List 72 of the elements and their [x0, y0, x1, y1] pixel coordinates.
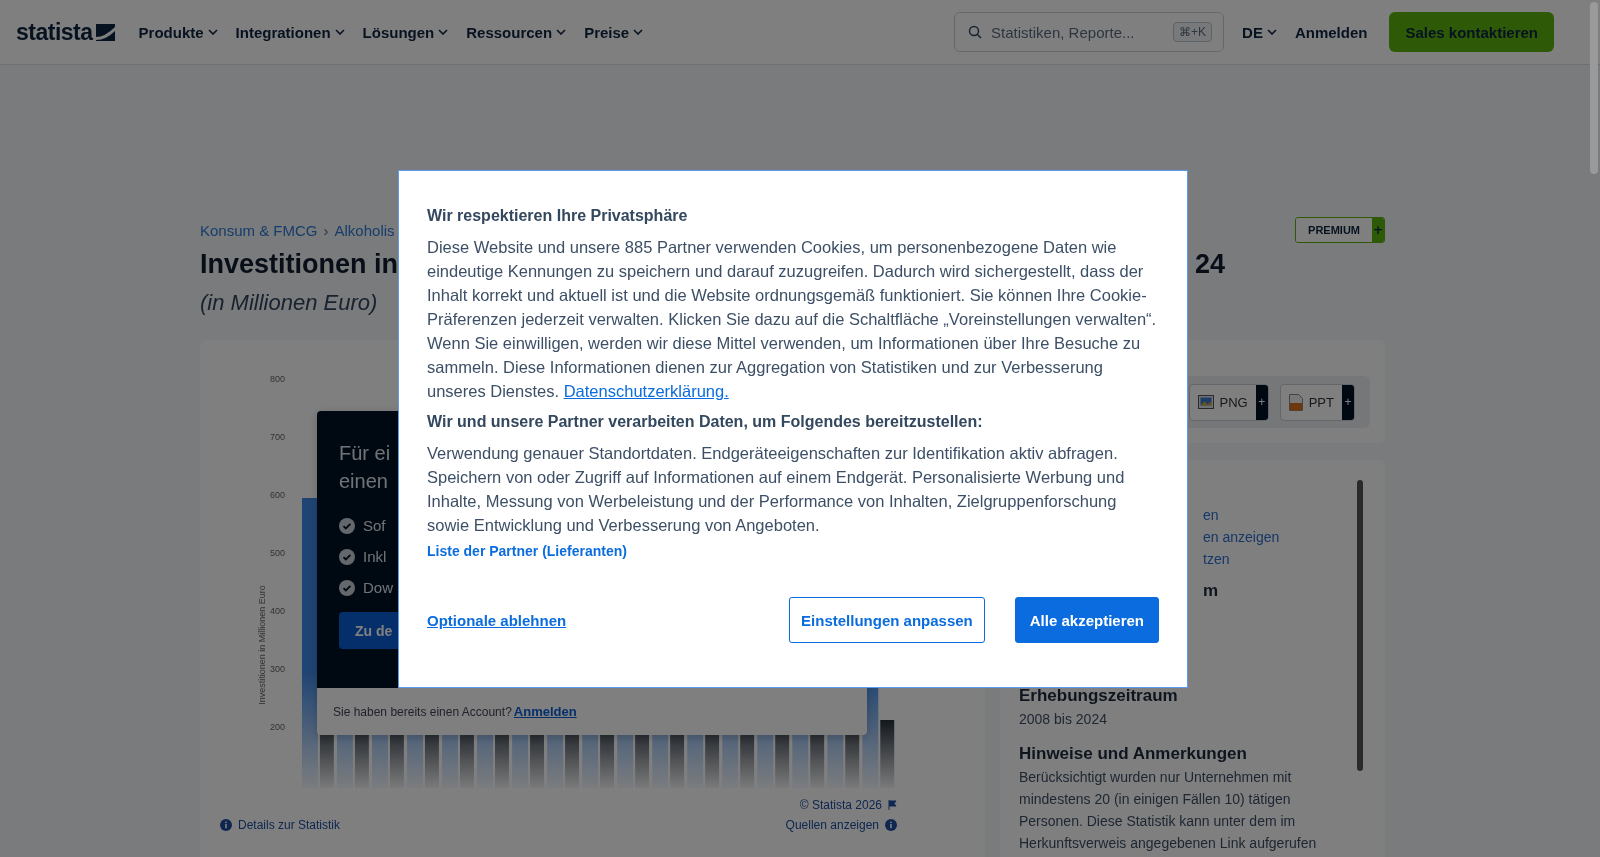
feature-text: Inkl — [363, 548, 387, 565]
logo-mark-icon — [95, 23, 115, 41]
scrollbar[interactable] — [1590, 2, 1598, 174]
info-icon — [220, 819, 232, 831]
login-link[interactable]: Anmelden — [513, 704, 577, 719]
nav-menu-item[interactable]: Produkte — [132, 19, 224, 45]
breadcrumb-link[interactable]: Konsum & FMCG — [200, 221, 318, 239]
info-link[interactable]: tzen — [1203, 548, 1230, 570]
nav-menu-item[interactable]: Ressourcen — [460, 19, 573, 45]
paywall-heading: Für ei — [339, 441, 391, 466]
nav-menu-item[interactable]: Integrationen — [229, 19, 351, 45]
account-text: Sie haben bereits einen Account? — [333, 704, 512, 719]
image-file-icon — [1197, 394, 1214, 410]
partners-link[interactable]: Liste der Partner (Lieferanten) — [427, 543, 627, 559]
reject-link[interactable]: Optionale ablehnen — [427, 611, 567, 629]
document-icon — [1288, 393, 1303, 411]
details-link[interactable]: Details zur Statistik — [220, 818, 341, 832]
chevron-down-icon — [438, 29, 449, 35]
dialog-title: Wir respektieren Ihre Privatsphäre — [427, 207, 689, 225]
check-icon — [339, 517, 355, 534]
axis-tick-label: 600 — [270, 489, 287, 502]
section-text: Berücksichtigt wurden nur Unternehmen mit mindestens 20 (in einigen Fällen 10) tätigen Personen. Diese Statistik kann unter dem im Herkunftsverweis angegebenen Link aufgerufen — [1019, 768, 1318, 853]
login-link[interactable]: Anmelden — [1294, 23, 1368, 41]
feature-text: Sof — [363, 517, 386, 534]
purposes-text: Verwendung genauer Standortdaten. Endgeräteeigenschaften zur Identifikation aktiv abfragen. Speichern von oder Zugriff auf Informationen auf einem Endgerät. Personalisierte Werbung und Inhalte, Messung von Werbeleistung und der Performance von Inhalten, Zielgruppenforschung sowie Entwicklung und Verbesserung von Angeboten. — [427, 443, 1126, 536]
chevron-down-icon — [207, 29, 218, 35]
logo[interactable]: statista — [16, 18, 115, 46]
accept-button[interactable]: Alle akzeptieren — [1014, 597, 1159, 643]
axis-tick-label: 700 — [270, 431, 287, 444]
check-icon — [339, 548, 355, 565]
info-link[interactable]: en — [1203, 504, 1219, 526]
consent-text: Diese Website und unsere 885 Partner verwenden Cookies, um personenbezogene Daten wie eindeutige Kennungen zu speichern und darauf zuzugreifen. Dadurch wird sichergestellt, dass der Inhalt korrekt und aktuell ist und die Website ordnungsgemäß funktioniert. Sie können Ihre Cookie-Präferenzen jederzeit verwalten. Klicken Sie dazu auf die Schaltfläche „Voreinstellungen verwalten“. Wenn Sie einwilligen, werden wir diese Mittel verwenden, um Informationen über Ihre Besuche zu sammeln. Diese Informationen dienen zur Aggregation von Statistiken und zur Verbesserung unseres Dienstes. Datenschutzerklärung. — [427, 237, 1158, 402]
chevron-down-icon — [556, 29, 567, 35]
purposes-heading: Wir und unsere Partner verarbeiten Daten, um Folgendes bereitzustellen: — [427, 413, 984, 431]
shortcut-hint: ⌘+K — [1173, 22, 1213, 42]
copyright-link[interactable]: © Statista 2026 — [799, 798, 897, 812]
customize-button[interactable]: Einstellungen anpassen — [789, 597, 985, 643]
page-title: Investitionen in — [200, 249, 399, 280]
search-icon — [968, 25, 983, 39]
chevron-down-icon — [633, 29, 644, 35]
chevron-down-icon — [1266, 29, 1277, 35]
info-link[interactable]: en anzeigen — [1203, 526, 1280, 548]
chevron-down-icon — [334, 29, 345, 35]
axis-tick-label: 200 — [270, 721, 287, 734]
flag-icon — [888, 800, 897, 810]
section-heading: Erhebungszeitraum — [1019, 686, 1179, 706]
download-button[interactable]: PNG + — [1188, 383, 1269, 421]
axis-tick-label: 300 — [270, 663, 287, 676]
bar-shadow — [880, 720, 895, 788]
axis-tick-label: 400 — [270, 605, 287, 618]
page-title-end: 24 — [1194, 249, 1225, 280]
check-icon — [339, 579, 355, 596]
nav-menu-item[interactable]: Lösungen — [356, 19, 455, 45]
page-subtitle: (in Millionen Euro) — [200, 290, 378, 316]
premium-badge: PREMIUM + — [1295, 217, 1385, 243]
language-selector[interactable]: DE — [1242, 23, 1277, 41]
axis-tick-label: 500 — [270, 547, 287, 560]
privacy-link[interactable]: Datenschutzerklärung. — [563, 382, 729, 400]
download-button[interactable]: PPT + — [1279, 383, 1355, 421]
section-heading: Hinweise und Anmerkungen — [1019, 744, 1248, 764]
feature-text: Dow — [363, 579, 393, 596]
nav-menu-item[interactable]: Preise — [578, 19, 650, 45]
section-text: 2008 bis 2024 — [1019, 710, 1108, 729]
paywall-heading: einen — [339, 469, 388, 494]
axis-tick-label: 800 — [270, 373, 287, 386]
section-heading: m — [1203, 580, 1219, 602]
breadcrumb-separator: › — [323, 221, 329, 239]
info-icon — [885, 819, 897, 831]
breadcrumb-link[interactable]: Alkoholis — [334, 221, 395, 239]
axis-label: Investitionen in Millionen Euro — [257, 584, 267, 707]
scrollbar[interactable] — [1357, 480, 1363, 771]
sources-link[interactable]: Quellen anzeigen — [785, 818, 897, 832]
